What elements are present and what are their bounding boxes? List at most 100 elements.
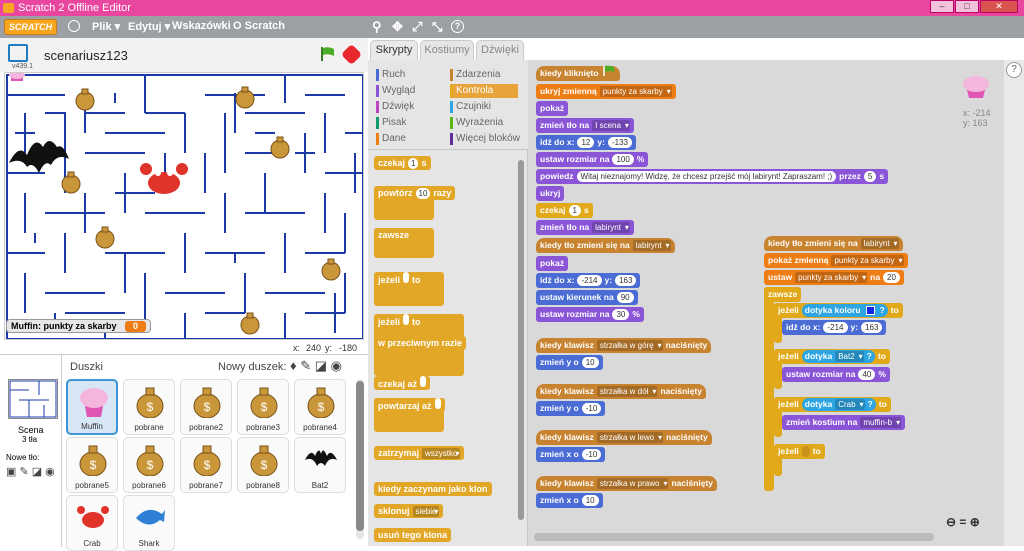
touching-block[interactable]: dotyka Bat2 ?	[801, 350, 875, 363]
block-input[interactable]: -133	[607, 137, 632, 148]
block-input[interactable]: 10	[581, 495, 599, 506]
green-flag-icon[interactable]	[320, 46, 336, 62]
empty-condition-slot[interactable]	[801, 446, 810, 457]
category-pisak[interactable]: Pisak	[376, 116, 406, 130]
block-input[interactable]: 5	[863, 171, 877, 182]
palette-block[interactable]: usuń tego klona	[374, 528, 452, 542]
script-block[interactable]: ukryj zmienną punkty za skarby	[536, 84, 676, 99]
script-block[interactable]: idź do x: -214 y: 163	[782, 320, 887, 335]
block-input[interactable]: 10	[581, 357, 599, 368]
sprite-tile-shark[interactable]: Shark	[123, 495, 175, 551]
block-input[interactable]: 30	[612, 309, 630, 320]
palette-block[interactable]: czekaj aż	[374, 376, 431, 390]
script-block[interactable]: pokaż	[536, 256, 569, 271]
script-block[interactable]: idź do x: 12 y: -133	[536, 135, 636, 150]
scripts-horizontal-scrollbar[interactable]	[534, 533, 934, 541]
palette-block[interactable]: w przeciwnym razie	[374, 336, 467, 350]
palette-block[interactable]: czekaj 1 s	[374, 156, 431, 170]
category-czujniki[interactable]: Czujniki	[450, 100, 491, 114]
script-block[interactable]: zmień x o -10	[536, 447, 606, 462]
sprite-tile-muffin[interactable]: Muffin	[66, 379, 118, 435]
script-block[interactable]: kiedy tło zmieni się na labirynt	[764, 236, 903, 251]
palette-block[interactable]: kiedy zaczynam jako klon	[374, 482, 492, 496]
block-input[interactable]: 12	[577, 137, 595, 148]
block-dropdown[interactable]: strzałka w górę	[596, 340, 663, 351]
maximize-button[interactable]: □	[955, 0, 979, 13]
touching-block[interactable]: dotyka Crab ?	[801, 398, 876, 411]
category-kontrola[interactable]: Kontrola	[450, 84, 518, 98]
script-block[interactable]: czekaj 1 s	[536, 203, 593, 218]
block-input[interactable]: -214	[823, 322, 848, 333]
script-block[interactable]: idź do x: -214 y: 163	[536, 273, 641, 288]
script-block[interactable]: kiedy klawiszstrzałka w lewonaciśnięty	[536, 430, 712, 445]
script-block[interactable]: ustaw kierunek na 90	[536, 290, 638, 305]
sprites-scrollbar[interactable]	[356, 379, 364, 539]
palette-block[interactable]: jeżeli to	[374, 314, 425, 328]
block-input[interactable]: Witaj nieznajomy! Widzę, że chcesz przej…	[576, 171, 837, 182]
palette-block[interactable]: zatrzymaj wszystko	[374, 446, 465, 460]
variable-monitor[interactable]: Muffin: punkty za skarby 0	[6, 319, 151, 333]
sprite-tile-pobrane5[interactable]: $ pobrane5	[66, 437, 118, 493]
sprite-tile-pobrane3[interactable]: $ pobrane3	[237, 379, 289, 435]
sprite-tile-pobrane4[interactable]: $ pobrane4	[294, 379, 346, 435]
script-block[interactable]: kiedy tło zmieni się na labirynt	[536, 238, 675, 253]
block-dropdown[interactable]: labirynt	[592, 222, 630, 233]
category-ruch[interactable]: Ruch	[376, 68, 405, 82]
grow-icon[interactable]: ⤢	[412, 19, 422, 35]
block-dropdown[interactable]: I scena	[592, 120, 630, 131]
script-block[interactable]: kiedy klawiszstrzałka w prawonaciśnięty	[536, 476, 718, 491]
script-block[interactable]: ustaw rozmiar na 30%	[536, 307, 644, 322]
scene-thumbnail[interactable]	[8, 379, 58, 419]
script-block[interactable]: ustaw rozmiar na 40%	[782, 367, 890, 382]
script-block[interactable]: zawsze	[764, 287, 802, 302]
block-dropdown[interactable]: strzałka w dół	[596, 386, 658, 397]
shrink-icon[interactable]: ⤡	[432, 19, 442, 35]
block-dropdown[interactable]: Bat2	[835, 351, 864, 362]
block-input[interactable]: -10	[581, 449, 602, 460]
script-block[interactable]: pokaż	[536, 101, 569, 116]
touching-color-block[interactable]: dotyka koloru ?	[801, 304, 888, 317]
script-block[interactable]: zmień y o 10	[536, 355, 603, 370]
script-block[interactable]: kiedy klawiszstrzałka w góręnaciśnięty	[536, 338, 712, 353]
category-dźwięk[interactable]: Dźwięk	[376, 100, 414, 114]
sprite-tile-pobrane8[interactable]: $ pobrane8	[237, 437, 289, 493]
color-swatch[interactable]	[865, 306, 875, 315]
block-input[interactable]: 90	[616, 292, 634, 303]
sprite-tile-crab[interactable]: Crab	[66, 495, 118, 551]
tab-scripts[interactable]: Skrypty	[370, 40, 418, 60]
backdrop-tools-icon[interactable]: ▣ ✎ ◪ ◉	[6, 465, 55, 478]
block-dropdown[interactable]: punkty za skarby	[599, 86, 672, 97]
block-input[interactable]: 163	[615, 275, 637, 286]
menu-about[interactable]: O Scratch	[233, 20, 285, 32]
block-dropdown[interactable]: Crab	[835, 399, 865, 410]
duplicate-icon[interactable]: ⚲	[372, 19, 382, 35]
palette-block[interactable]: powtórz 10 razy	[374, 186, 456, 200]
script-block[interactable]: powiedz Witaj nieznajomy! Widzę, że chces…	[536, 169, 889, 184]
script-block[interactable]: kiedy kliknięto	[536, 65, 620, 81]
sprite-tile-bat2[interactable]: Bat2	[294, 437, 346, 493]
category-wygląd[interactable]: Wygląd	[376, 84, 415, 98]
block-input[interactable]: 1	[568, 205, 581, 216]
sprite-tile-pobrane6[interactable]: $ pobrane6	[123, 437, 175, 493]
script-block[interactable]: zmień tło na I scena	[536, 118, 634, 133]
block-dropdown[interactable]: labirynt	[860, 238, 899, 249]
block-dropdown[interactable]: strzałka w prawo	[596, 478, 669, 489]
script-block[interactable]: ustawpunkty za skarbyna20	[764, 270, 904, 285]
script-block[interactable]: jeżeli to	[774, 444, 825, 459]
palette-block[interactable]: zawsze	[374, 228, 414, 242]
script-block[interactable]: zmień x o 10	[536, 493, 603, 508]
category-więcej-bloków[interactable]: Więcej bloków	[450, 132, 520, 146]
menu-file[interactable]: Plik ▾	[92, 20, 120, 33]
script-block[interactable]: pokaż zmienną punkty za skarby	[764, 253, 908, 268]
close-button[interactable]: ✕	[980, 0, 1018, 13]
cut-icon[interactable]: ✥	[392, 19, 403, 35]
block-dropdown[interactable]: muffin-b	[860, 417, 902, 428]
zoom-controls[interactable]: ⊖ = ⊕	[946, 515, 980, 529]
script-block[interactable]: jeżelidotyka Bat2 ?to	[774, 349, 890, 364]
block-dropdown[interactable]: labirynt	[632, 240, 671, 251]
category-dane[interactable]: Dane	[376, 132, 406, 146]
sprite-tile-pobrane[interactable]: $ pobrane	[123, 379, 175, 435]
block-input[interactable]: 40	[858, 369, 876, 380]
minimize-button[interactable]: –	[930, 0, 954, 13]
block-dropdown[interactable]: punkty za skarby	[831, 255, 904, 266]
